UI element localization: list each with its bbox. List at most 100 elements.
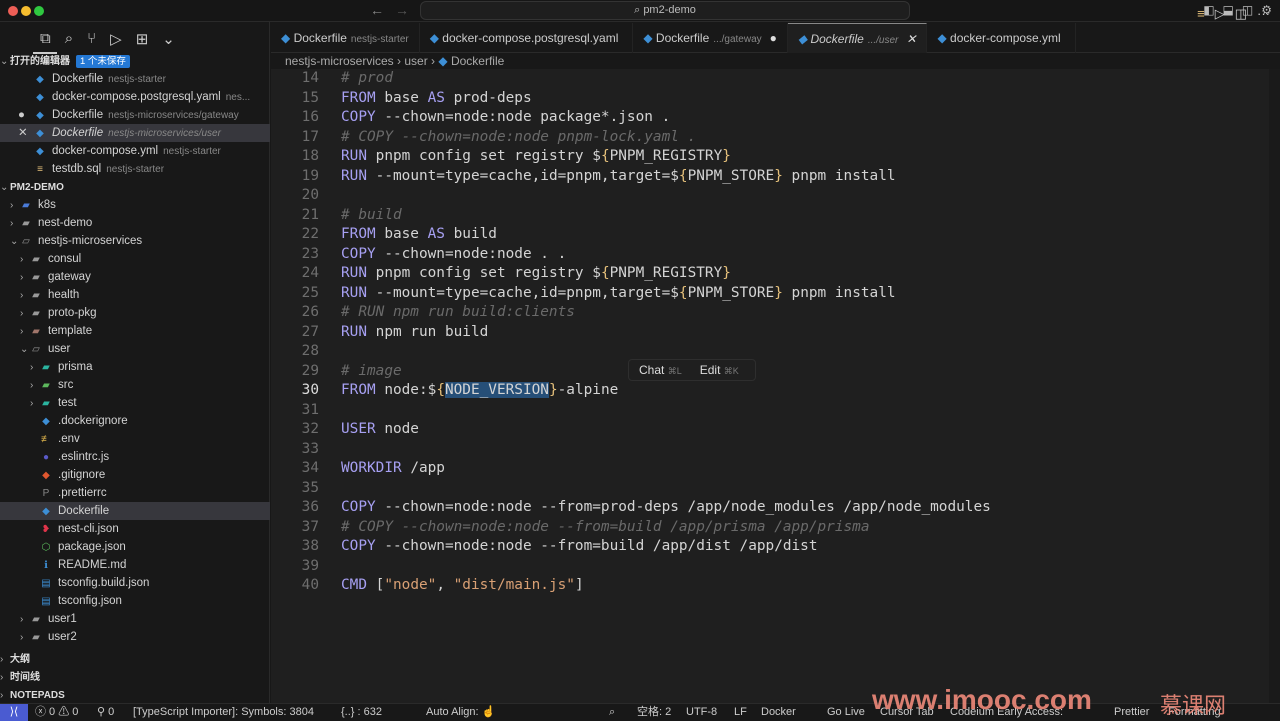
panel-title: 时间线 [10,672,40,683]
problems-status[interactable]: ⓧ 0 ⚠ 0 [35,704,78,720]
file-name: user2 [48,631,77,643]
tab-docker-compose-yml[interactable]: ◆ docker-compose.yml [927,23,1076,53]
importer-status[interactable]: [TypeScript Importer]: Symbols: 3804 [133,704,314,720]
chevron-down-icon[interactable]: ⌄ [162,30,175,48]
tree-item[interactable]: › ▰ gateway [0,268,270,286]
code-token: WORKDIR [341,460,402,476]
command-center-search[interactable]: ⌕ pm2-demo [420,1,910,20]
code-token: prod-deps [444,89,532,106]
prettier-status[interactable]: Prettier [1114,704,1149,720]
tree-item[interactable]: › ▰ k8s [0,196,270,214]
tree-item[interactable]: › ▰ consul [0,250,270,268]
split-editor-icon[interactable]: ◫ [1235,6,1247,22]
extensions-icon[interactable]: ⊞ [136,30,149,48]
tree-item[interactable]: ≢ .env [0,430,270,448]
code-token: RUN [341,148,367,164]
encoding-status[interactable]: UTF-8 [686,704,717,720]
language-status[interactable]: Docker [761,704,796,720]
tab-description: .../gateway [713,34,762,45]
go-live-button[interactable]: Go Live [827,704,865,720]
source-control-icon[interactable]: ⑂ [87,30,96,48]
more-actions-icon[interactable]: ··· [1257,6,1270,22]
tab-docker-compose-postgresql-yaml[interactable]: ◆ docker-compose.postgresql.yaml [420,23,634,53]
tree-item[interactable]: › ▰ user1 [0,610,270,628]
tree-item[interactable]: ▤ tsconfig.json [0,592,270,610]
file-name: k8s [38,199,56,211]
code-token: node [375,421,419,437]
file-icon: ❥ [41,524,51,535]
edit-button[interactable]: Edit ⌘K [700,360,739,380]
line-number: 20 [301,187,319,203]
tree-item[interactable]: › ▰ nest-demo [0,214,270,232]
tree-item[interactable]: ⌄ ▱ nestjs-microservices [0,232,270,250]
tree-item[interactable]: ◆ .dockerignore [0,412,270,430]
tree-item[interactable]: ⌄ ▱ user [0,340,270,358]
tab-dockerfile[interactable]: ◆ Dockerfile nestjs-starter [271,23,420,53]
file-name: .dockerignore [58,415,128,427]
tree-item[interactable]: ◆ .gitignore [0,466,270,484]
breadcrumb-item[interactable]: Dockerfile [451,54,504,68]
tree-item[interactable]: ◆ Dockerfile [0,502,270,520]
chat-button[interactable]: Chat ⌘L [639,360,682,380]
ports-status[interactable]: ⚲ 0 [97,704,114,720]
tree-item[interactable]: ℹ README.md [0,556,270,574]
close-icon[interactable]: ✕ [906,32,916,46]
docker-icon: ◆ [36,110,44,121]
eol-status[interactable]: LF [734,704,747,720]
run-icon[interactable]: ▷ [1215,6,1225,22]
tree-item[interactable]: › ▰ prisma [0,358,270,376]
run-debug-icon[interactable]: ▷ [110,30,122,48]
file-name: Dockerfile [52,127,104,139]
code-token: { [600,148,610,164]
tree-item[interactable]: ▤ tsconfig.build.json [0,574,270,592]
tab-dockerfile[interactable]: ◆ Dockerfile .../user ✕ [787,23,928,53]
panel-header[interactable]: › 大纲 [0,650,270,668]
open-editor-item[interactable]: ✕ ◆ Dockerfile nestjs-microservices/user [0,124,270,142]
remote-button[interactable]: ⟩⟨ [0,704,28,721]
tree-item[interactable]: › ▰ src [0,376,270,394]
code-token: RUN [341,265,367,281]
panel-header[interactable]: › NOTEPADS [0,686,270,704]
tree-item[interactable]: ⬡ package.json [0,538,270,556]
editor-scrollbar[interactable] [1269,69,1280,703]
open-editors-header[interactable]: ⌄ 打开的编辑器 1 个未保存 [0,52,270,70]
close-window-button[interactable] [8,6,18,16]
open-editor-item[interactable]: ≡ testdb.sql nestjs-starter [0,160,270,178]
tree-item[interactable]: › ▰ health [0,286,270,304]
tree-item[interactable]: › ▰ template [0,322,270,340]
open-editor-item[interactable]: ◆ Dockerfile nestjs-starter [0,70,270,88]
indentation-status[interactable]: 空格: 2 [637,704,671,720]
code-editor[interactable]: 14 # prod 15 FROM base AS prod-deps 16 COPY -… [271,69,1271,703]
tab-dockerfile[interactable]: ◆ Dockerfile .../gateway ● [633,23,788,53]
explorer-icon[interactable]: ⧉ [40,30,51,48]
tree-item[interactable]: › ▰ proto-pkg [0,304,270,322]
breadcrumb-item[interactable]: user [404,54,427,68]
minimize-window-button[interactable] [21,6,31,16]
auto-align-status[interactable]: Auto Align: ☝ [426,704,495,720]
database-icon[interactable]: ≡ [1197,6,1205,22]
zoom-icon[interactable]: ⌕ [609,704,615,720]
breadcrumb-item[interactable]: nestjs-microservices [285,54,394,68]
file-name: .gitignore [58,469,106,481]
code-token: npm run build [367,323,489,340]
line-content: COPY --chown=node:node --from=prod-deps … [341,498,991,518]
explorer-header[interactable]: ⌄ PM2-DEMO [0,178,270,196]
forward-button[interactable]: → [395,2,409,18]
tree-item[interactable]: ❥ nest-cli.json [0,520,270,538]
tree-item[interactable]: › ▰ user2 [0,628,270,646]
open-editor-item[interactable]: ◆ docker-compose.postgresql.yaml nes... [0,88,270,106]
tree-item[interactable]: › ▰ test [0,394,270,412]
search-icon[interactable]: ⌕ [65,30,73,48]
line-number: 36 [301,499,319,515]
sidebar: ⧉ ⌕ ⑂ ▷ ⊞ ⌄ ⌄ 打开的编辑器 1 个未保存 ◆ Dockerfile nestjs-st… [0,22,270,703]
tree-item[interactable]: ● .eslintrc.js [0,448,270,466]
back-button[interactable]: ← [370,2,384,18]
bracket-status[interactable]: {..} : 632 [341,704,382,720]
open-editor-item[interactable]: ◆ docker-compose.yml nestjs-starter [0,142,270,160]
code-token: "node" [384,577,437,593]
open-editor-item[interactable]: ● ◆ Dockerfile nestjs-microservices/gateway [0,106,270,124]
panel-header[interactable]: › 时间线 [0,668,270,686]
tree-item[interactable]: P .prettierrc [0,484,270,502]
selected-text: NODE_VERSION [444,382,549,398]
maximize-window-button[interactable] [34,6,44,16]
